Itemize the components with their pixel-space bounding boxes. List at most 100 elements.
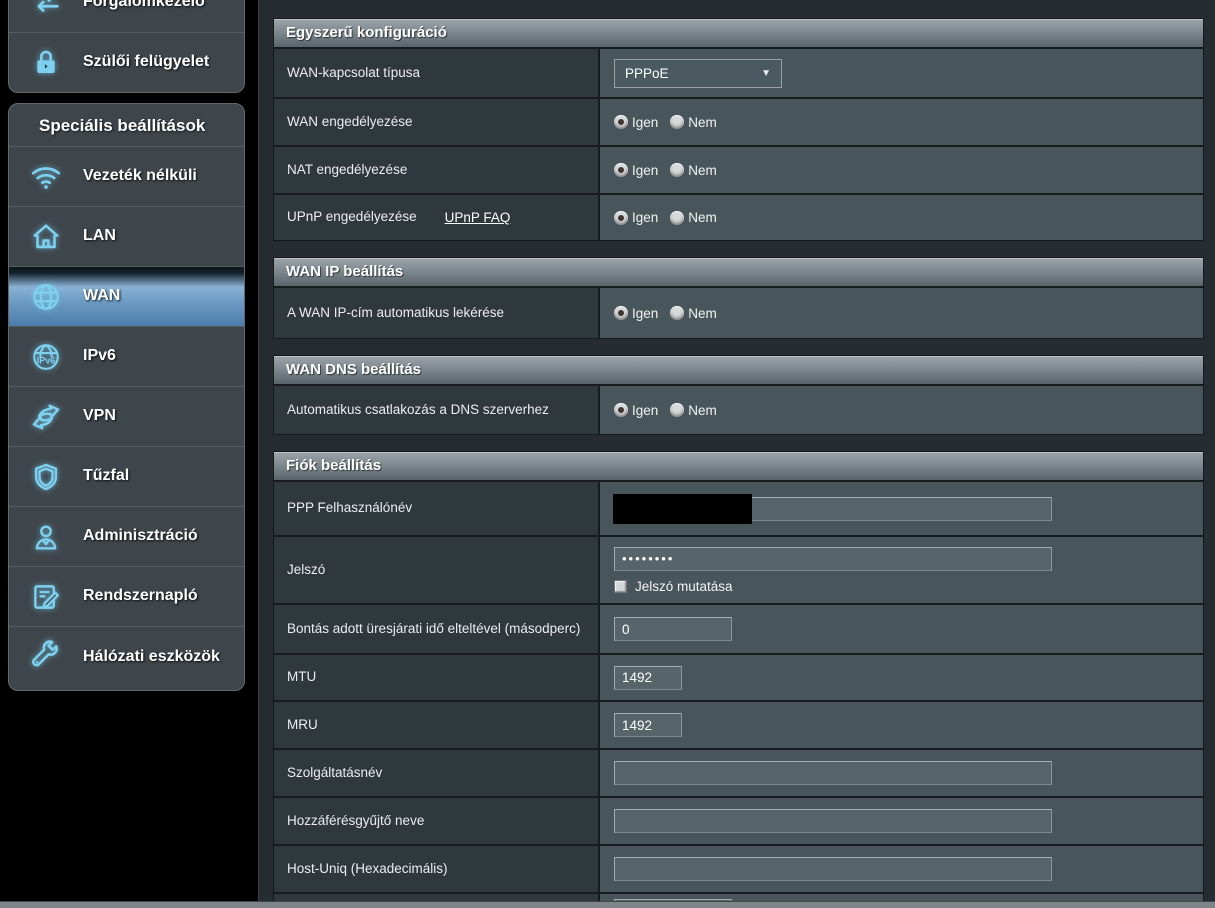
setting-value-cell: Igen Nem [600, 99, 1203, 145]
setting-value-cell: Igen Nem [600, 386, 1203, 434]
radio-button-nem[interactable] [670, 210, 685, 225]
setting-row: WAN-kapcsolat típusa PPPoE ▼ [274, 47, 1203, 97]
radio-button-nem[interactable] [670, 403, 685, 417]
setting-row: Automatikus csatlakozás a DNS szerverhez… [274, 384, 1203, 434]
setting-row: Bontás adott üresjárati idő elteltével (… [274, 603, 1203, 653]
sidebar-item-lan[interactable]: LAN [9, 206, 244, 266]
setting-label: WAN engedélyezése [287, 113, 413, 129]
setting-label: Bontás adott üresjárati idő elteltével (… [287, 620, 581, 636]
radio-button-nem[interactable] [670, 306, 685, 320]
section-title: Egyszerű konfiguráció [274, 19, 1203, 47]
setting-label: MTU [287, 669, 317, 685]
sidebar-group-top: Forgalomkezelő Szülői felügyelet [8, 0, 245, 93]
setting-label: Hozzáférésgyűjtő neve [287, 812, 425, 828]
radio-button-igen[interactable] [614, 306, 628, 320]
sidebar-item-label: Tűzfal [83, 467, 130, 485]
input-wrap [614, 713, 682, 737]
setting-label: PPP Felhasználónév [287, 500, 413, 516]
show-password-checkbox[interactable] [614, 579, 627, 593]
setting-row: MTU [274, 653, 1203, 700]
radio-option-nem: Nem [670, 306, 717, 321]
sidebar-item-vpn[interactable]: VPN [9, 386, 244, 446]
radio-button-nem[interactable] [670, 163, 685, 177]
setting-value-cell: Jelszó mutatása [600, 537, 1203, 603]
hozz-f-r-sgy-jt-neve-input[interactable] [614, 809, 1052, 833]
shield-icon [25, 456, 67, 498]
sidebar-item-wan[interactable]: WAN [9, 266, 244, 326]
setting-row: A WAN IP-cím automatikus lekérése Igen Nem [274, 286, 1203, 338]
radio-button-igen[interactable] [614, 403, 628, 417]
sidebar-item-rendszernapl-[interactable]: Rendszernapló [9, 566, 244, 626]
sidebar-item-sz-l-i-fel-gyelet[interactable]: Szülői felügyelet [9, 32, 244, 92]
sidebar-item-vezet-k-n-lk-li[interactable]: Vezeték nélküli [9, 146, 244, 206]
radio-option-igen: Igen [614, 210, 658, 225]
vpn-icon [25, 396, 67, 438]
radio-group: Igen Nem [614, 163, 729, 178]
sidebar-item-t-zfal[interactable]: Tűzfal [9, 446, 244, 506]
setting-row: MRU [274, 700, 1203, 748]
setting-row: UPnP engedélyezése UPnP FAQ Igen Nem [274, 193, 1203, 240]
admin-icon [25, 516, 67, 558]
wifi-icon [25, 156, 67, 198]
traffic-icon [25, 0, 67, 23]
setting-label-cell: Automatikus csatlakozás a DNS szerverhez [274, 386, 600, 434]
tools-icon [25, 637, 67, 679]
sidebar-item-h-l-zati-eszk-z-k[interactable]: Hálózati eszközök [9, 626, 244, 688]
setting-row: Host-Uniq (Hexadecimális) [274, 844, 1203, 892]
sidebar-item-adminisztr-ci-[interactable]: Adminisztráció [9, 506, 244, 566]
setting-value-cell [600, 798, 1203, 844]
sidebar-item-label: Hálózati eszközök [83, 648, 220, 666]
bont-s-adott-resj-rati-id-eltelt-vel-m-sodperc-input[interactable] [614, 617, 732, 641]
password-input[interactable] [614, 546, 1052, 571]
radio-button-igen[interactable] [614, 210, 628, 225]
setting-label: Automatikus csatlakozás a DNS szerverhez [287, 401, 549, 417]
section-1: WAN IP beállítás A WAN IP-cím automatikus… [273, 257, 1204, 339]
log-icon [25, 576, 67, 618]
sidebar-item-label: Szülői felügyelet [83, 53, 210, 71]
upnp-faq-link[interactable]: UPnP FAQ [445, 210, 511, 225]
radio-label: Igen [632, 162, 659, 178]
input-wrap [613, 493, 1052, 524]
wan-connection-type-select[interactable]: PPPoE ▼ [614, 58, 782, 88]
radio-button-igen[interactable] [614, 115, 628, 129]
input-wrap [614, 761, 1052, 785]
mru-input[interactable] [614, 713, 682, 737]
radio-label: Nem [688, 402, 717, 418]
mtu-input[interactable] [614, 665, 682, 690]
szolg-ltat-sn-v-input[interactable] [614, 761, 1052, 785]
setting-value-cell: Igen Nem [600, 288, 1203, 338]
select-value: PPPoE [625, 65, 669, 81]
radio-option-nem: Nem [670, 163, 717, 178]
show-password-row: Jelszó mutatása [614, 579, 733, 594]
host-uniq-hexadecim-lis-input[interactable] [614, 857, 1052, 881]
radio-option-nem: Nem [670, 210, 717, 225]
setting-value-cell [600, 750, 1203, 796]
horizontal-scrollbar[interactable] [0, 901, 1215, 908]
setting-row: NAT engedélyezése Igen Nem [274, 145, 1203, 193]
setting-label-cell: PPP Felhasználónév [274, 482, 600, 535]
setting-value-cell [600, 605, 1203, 653]
sidebar-group-advanced: Speciális beállítások Vezeték nélküli LAN… [8, 103, 245, 691]
sidebar-item-label: Vezeték nélküli [83, 167, 197, 185]
chevron-down-icon: ▼ [761, 67, 771, 79]
radio-button-nem[interactable] [670, 115, 685, 129]
setting-label: Host-Uniq (Hexadecimális) [287, 860, 448, 876]
sidebar-item-label: IPv6 [83, 347, 116, 365]
setting-label-cell: Bontás adott üresjárati idő elteltével (… [274, 605, 600, 653]
setting-value-cell: Igen Nem [600, 195, 1203, 240]
setting-label-cell: MRU [274, 702, 600, 748]
lock-icon [25, 42, 67, 84]
radio-button-igen[interactable] [614, 163, 628, 177]
sidebar-item-label: VPN [83, 407, 116, 425]
sidebar-item-forgalomkezel-[interactable]: Forgalomkezelő [9, 0, 244, 32]
radio-label: Nem [688, 210, 717, 225]
setting-label: A WAN IP-cím automatikus lekérése [287, 304, 505, 320]
home-icon [25, 216, 67, 258]
setting-value-cell: PPPoE ▼ [600, 49, 1203, 97]
setting-label-cell: WAN-kapcsolat típusa [274, 49, 600, 97]
setting-row: Hozzáférésgyűjtő neve [274, 796, 1203, 844]
sidebar-item-ipv6[interactable]: IPv6 IPv6 [9, 326, 244, 386]
sidebar: Forgalomkezelő Szülői felügyelet Speciáli… [0, 0, 258, 908]
setting-label-cell: UPnP engedélyezése UPnP FAQ [274, 195, 600, 240]
section-2: WAN DNS beállítás Automatikus csatlakozás… [273, 355, 1204, 435]
